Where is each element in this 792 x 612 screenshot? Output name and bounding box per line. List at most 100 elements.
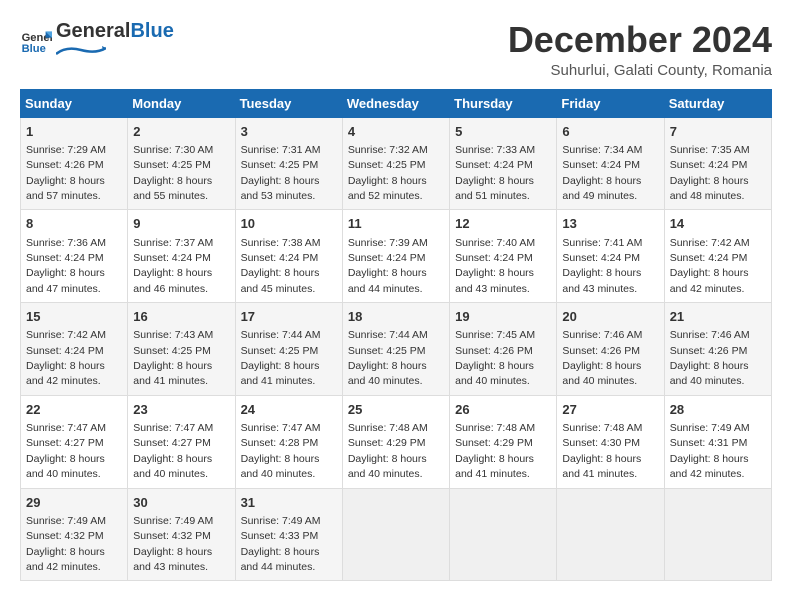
logo-text-general: General — [56, 20, 130, 43]
day-info: Sunrise: 7:49 AMSunset: 4:33 PMDaylight:… — [241, 515, 321, 573]
day-number: 19 — [455, 308, 551, 326]
calendar-cell: 25Sunrise: 7:48 AMSunset: 4:29 PMDayligh… — [342, 395, 449, 488]
day-info: Sunrise: 7:31 AMSunset: 4:25 PMDaylight:… — [241, 144, 321, 202]
calendar-cell — [664, 488, 771, 581]
day-number: 3 — [241, 123, 337, 141]
calendar-header: SundayMondayTuesdayWednesdayThursdayFrid… — [21, 89, 772, 117]
calendar-cell: 9 Sunrise: 7:37 AMSunset: 4:24 PMDaylight… — [128, 210, 235, 303]
calendar-week-row: 15Sunrise: 7:42 AMSunset: 4:24 PMDayligh… — [21, 303, 772, 396]
calendar-cell: 27 Sunrise: 7:48 AMSunset: 4:30 PMDayligh… — [557, 395, 664, 488]
day-info: Sunrise: 7:46 AMSunset: 4:26 PMDaylight:… — [562, 329, 642, 387]
day-info: Sunrise: 7:40 AMSunset: 4:24 PMDaylight:… — [455, 237, 535, 295]
calendar-cell — [557, 488, 664, 581]
calendar-cell: 13 Sunrise: 7:41 AMSunset: 4:24 PMDayligh… — [557, 210, 664, 303]
calendar-cell: 15Sunrise: 7:42 AMSunset: 4:24 PMDayligh… — [21, 303, 128, 396]
day-number: 30 — [133, 494, 229, 512]
day-info: Sunrise: 7:36 AMSunset: 4:24 PMDaylight:… — [26, 237, 106, 295]
calendar-week-row: 8 Sunrise: 7:36 AMSunset: 4:24 PMDaylight… — [21, 210, 772, 303]
day-info: Sunrise: 7:43 AMSunset: 4:25 PMDaylight:… — [133, 329, 213, 387]
calendar-cell: 20 Sunrise: 7:46 AMSunset: 4:26 PMDayligh… — [557, 303, 664, 396]
day-number: 24 — [241, 401, 337, 419]
title-block: December 2024 Suhurlui, Galati County, R… — [508, 20, 772, 79]
day-info: Sunrise: 7:41 AMSunset: 4:24 PMDaylight:… — [562, 237, 642, 295]
day-info: Sunrise: 7:29 AMSunset: 4:26 PMDaylight:… — [26, 144, 106, 202]
calendar-cell: 19 Sunrise: 7:45 AMSunset: 4:26 PMDayligh… — [450, 303, 557, 396]
day-number: 18 — [348, 308, 444, 326]
calendar-cell: 10 Sunrise: 7:38 AMSunset: 4:24 PMDayligh… — [235, 210, 342, 303]
calendar-cell: 26Sunrise: 7:48 AMSunset: 4:29 PMDayligh… — [450, 395, 557, 488]
calendar-cell: 3 Sunrise: 7:31 AMSunset: 4:25 PMDaylight… — [235, 117, 342, 210]
calendar-cell: 30 Sunrise: 7:49 AMSunset: 4:32 PMDayligh… — [128, 488, 235, 581]
logo: General Blue GeneralBlue — [20, 20, 174, 61]
day-info: Sunrise: 7:37 AMSunset: 4:24 PMDaylight:… — [133, 237, 213, 295]
day-number: 7 — [670, 123, 766, 141]
day-number: 1 — [26, 123, 122, 141]
calendar-cell: 29 Sunrise: 7:49 AMSunset: 4:32 PMDayligh… — [21, 488, 128, 581]
day-info: Sunrise: 7:44 AMSunset: 4:25 PMDaylight:… — [241, 329, 321, 387]
day-number: 9 — [133, 215, 229, 233]
weekday-header-tuesday: Tuesday — [235, 89, 342, 117]
day-number: 21 — [670, 308, 766, 326]
weekday-header-sunday: Sunday — [21, 89, 128, 117]
calendar-cell: 6 Sunrise: 7:34 AMSunset: 4:24 PMDaylight… — [557, 117, 664, 210]
day-info: Sunrise: 7:34 AMSunset: 4:24 PMDaylight:… — [562, 144, 642, 202]
calendar-cell: 7 Sunrise: 7:35 AMSunset: 4:24 PMDaylight… — [664, 117, 771, 210]
day-number: 2 — [133, 123, 229, 141]
day-number: 16 — [133, 308, 229, 326]
calendar-week-row: 1 Sunrise: 7:29 AMSunset: 4:26 PMDaylight… — [21, 117, 772, 210]
day-number: 27 — [562, 401, 658, 419]
day-info: Sunrise: 7:49 AMSunset: 4:32 PMDaylight:… — [26, 515, 106, 573]
calendar-cell: 2 Sunrise: 7:30 AMSunset: 4:25 PMDaylight… — [128, 117, 235, 210]
day-info: Sunrise: 7:44 AMSunset: 4:25 PMDaylight:… — [348, 329, 428, 387]
calendar-cell: 24 Sunrise: 7:47 AMSunset: 4:28 PMDayligh… — [235, 395, 342, 488]
day-info: Sunrise: 7:38 AMSunset: 4:24 PMDaylight:… — [241, 237, 321, 295]
day-number: 23 — [133, 401, 229, 419]
day-info: Sunrise: 7:30 AMSunset: 4:25 PMDaylight:… — [133, 144, 213, 202]
day-number: 6 — [562, 123, 658, 141]
calendar-cell: 8 Sunrise: 7:36 AMSunset: 4:24 PMDaylight… — [21, 210, 128, 303]
calendar-body: 1 Sunrise: 7:29 AMSunset: 4:26 PMDaylight… — [21, 117, 772, 581]
calendar-cell: 17 Sunrise: 7:44 AMSunset: 4:25 PMDayligh… — [235, 303, 342, 396]
calendar-cell: 1 Sunrise: 7:29 AMSunset: 4:26 PMDaylight… — [21, 117, 128, 210]
calendar-table: SundayMondayTuesdayWednesdayThursdayFrid… — [20, 89, 772, 582]
day-number: 13 — [562, 215, 658, 233]
day-number: 20 — [562, 308, 658, 326]
day-info: Sunrise: 7:39 AMSunset: 4:24 PMDaylight:… — [348, 237, 428, 295]
day-info: Sunrise: 7:47 AMSunset: 4:27 PMDaylight:… — [26, 422, 106, 480]
day-info: Sunrise: 7:32 AMSunset: 4:25 PMDaylight:… — [348, 144, 428, 202]
day-info: Sunrise: 7:47 AMSunset: 4:27 PMDaylight:… — [133, 422, 213, 480]
day-number: 15 — [26, 308, 122, 326]
day-number: 17 — [241, 308, 337, 326]
day-info: Sunrise: 7:48 AMSunset: 4:29 PMDaylight:… — [455, 422, 535, 480]
calendar-cell: 28Sunrise: 7:49 AMSunset: 4:31 PMDayligh… — [664, 395, 771, 488]
day-number: 14 — [670, 215, 766, 233]
day-number: 10 — [241, 215, 337, 233]
calendar-cell: 22Sunrise: 7:47 AMSunset: 4:27 PMDayligh… — [21, 395, 128, 488]
logo-icon: General Blue — [20, 25, 52, 57]
day-info: Sunrise: 7:45 AMSunset: 4:26 PMDaylight:… — [455, 329, 535, 387]
day-info: Sunrise: 7:48 AMSunset: 4:30 PMDaylight:… — [562, 422, 642, 480]
svg-text:Blue: Blue — [22, 43, 46, 55]
day-number: 4 — [348, 123, 444, 141]
calendar-week-row: 22Sunrise: 7:47 AMSunset: 4:27 PMDayligh… — [21, 395, 772, 488]
day-info: Sunrise: 7:46 AMSunset: 4:26 PMDaylight:… — [670, 329, 750, 387]
weekday-header-row: SundayMondayTuesdayWednesdayThursdayFrid… — [21, 89, 772, 117]
subtitle: Suhurlui, Galati County, Romania — [508, 62, 772, 79]
day-info: Sunrise: 7:49 AMSunset: 4:32 PMDaylight:… — [133, 515, 213, 573]
calendar-cell: 12Sunrise: 7:40 AMSunset: 4:24 PMDayligh… — [450, 210, 557, 303]
calendar-cell: 4 Sunrise: 7:32 AMSunset: 4:25 PMDaylight… — [342, 117, 449, 210]
calendar-cell — [450, 488, 557, 581]
day-number: 31 — [241, 494, 337, 512]
calendar-week-row: 29 Sunrise: 7:49 AMSunset: 4:32 PMDayligh… — [21, 488, 772, 581]
month-title: December 2024 — [508, 20, 772, 60]
calendar-cell — [342, 488, 449, 581]
logo-text-blue: Blue — [130, 20, 173, 43]
day-info: Sunrise: 7:35 AMSunset: 4:24 PMDaylight:… — [670, 144, 750, 202]
day-info: Sunrise: 7:42 AMSunset: 4:24 PMDaylight:… — [670, 237, 750, 295]
calendar-cell: 31 Sunrise: 7:49 AMSunset: 4:33 PMDayligh… — [235, 488, 342, 581]
day-number: 29 — [26, 494, 122, 512]
logo-swoosh — [56, 44, 106, 56]
weekday-header-saturday: Saturday — [664, 89, 771, 117]
day-number: 8 — [26, 215, 122, 233]
day-info: Sunrise: 7:47 AMSunset: 4:28 PMDaylight:… — [241, 422, 321, 480]
